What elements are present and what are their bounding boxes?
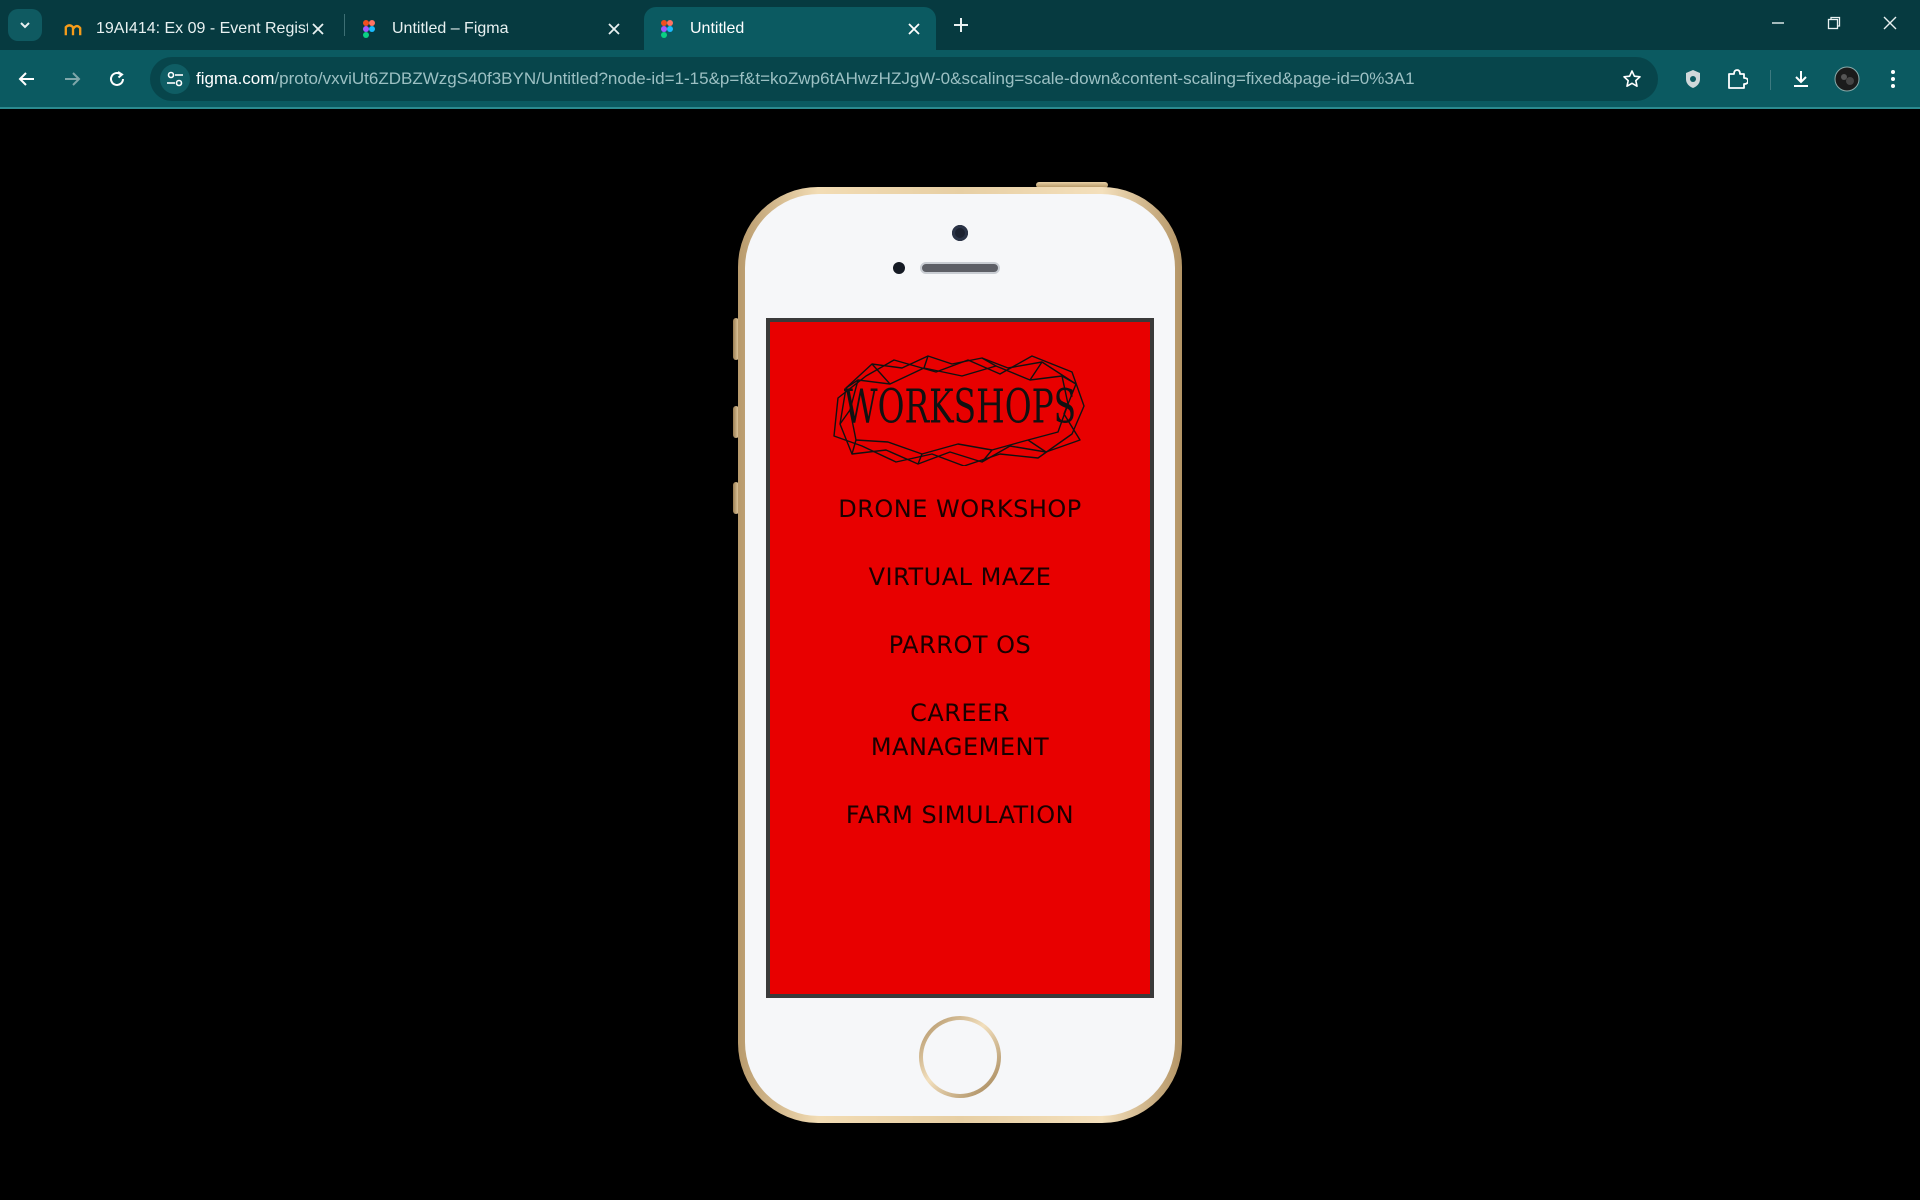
logo-text: WORKSHOPS xyxy=(844,378,1076,434)
figma-icon xyxy=(658,19,676,38)
downloads-button[interactable] xyxy=(1786,64,1816,94)
close-tab-icon[interactable] xyxy=(308,19,328,39)
phone-speaker xyxy=(920,262,1000,274)
star-icon xyxy=(1623,70,1641,87)
reload-icon xyxy=(110,71,124,86)
menu-item-virtual-maze[interactable]: VIRTUAL MAZE xyxy=(770,560,1150,594)
tab-separator xyxy=(344,14,345,36)
moodle-icon xyxy=(64,20,82,38)
tab-figma-editor[interactable]: Untitled – Figma xyxy=(346,7,636,50)
minimize-button[interactable] xyxy=(1750,0,1806,46)
minimize-icon xyxy=(1772,22,1784,24)
close-icon xyxy=(1883,16,1897,30)
tab-title: Untitled – Figma xyxy=(392,19,509,37)
toolbar-border xyxy=(0,107,1920,109)
back-button[interactable] xyxy=(10,62,44,96)
browser-toolbar: figma.com/proto/vxviUt6ZDBZWzgS40f3BYN/U… xyxy=(0,50,1920,108)
menu-item-drone-workshop[interactable]: DRONE WORKSHOP xyxy=(770,492,1150,526)
plus-icon xyxy=(954,18,968,32)
close-window-button[interactable] xyxy=(1862,0,1918,46)
toolbar-divider xyxy=(1770,70,1771,90)
forward-button[interactable] xyxy=(55,62,89,96)
browser-menu-button[interactable] xyxy=(1878,64,1908,94)
tab-moodle[interactable]: 19AI414: Ex 09 - Event Registrat xyxy=(50,7,340,50)
url-text[interactable]: figma.com/proto/vxviUt6ZDBZWzgS40f3BYN/U… xyxy=(196,69,1415,89)
extensions-button[interactable] xyxy=(1722,64,1752,94)
kebab-menu-icon xyxy=(1891,70,1895,88)
download-icon xyxy=(1794,71,1808,87)
chevron-down-icon xyxy=(20,22,30,29)
restore-icon xyxy=(1827,16,1841,30)
url-path: /proto/vxviUt6ZDBZWzgS40f3BYN/Untitled?n… xyxy=(274,69,1415,88)
menu-item-career-management[interactable]: CAREER MANAGEMENT xyxy=(770,696,1150,764)
profile-button[interactable] xyxy=(1832,64,1862,94)
address-bar[interactable]: figma.com/proto/vxviUt6ZDBZWzgS40f3BYN/U… xyxy=(150,57,1658,101)
url-host: figma.com xyxy=(196,69,275,88)
puzzle-icon xyxy=(1728,69,1748,89)
bookmark-star-button[interactable] xyxy=(1620,67,1644,91)
shield-extension-button[interactable] xyxy=(1678,64,1708,94)
tab-title: Untitled xyxy=(690,19,745,37)
workshop-menu: DRONE WORKSHOP VIRTUAL MAZE PARROT OS CA… xyxy=(770,492,1150,866)
tab-search-button[interactable] xyxy=(8,9,42,41)
phone-camera xyxy=(952,225,968,241)
close-tab-icon[interactable] xyxy=(604,19,624,39)
tune-icon xyxy=(167,71,183,87)
menu-item-farm-simulation[interactable]: FARM SIMULATION xyxy=(770,798,1150,832)
shield-icon xyxy=(1686,70,1700,88)
tab-figma-prototype[interactable]: Untitled xyxy=(644,7,936,50)
workshops-logo: WORKSHOPS xyxy=(833,355,1085,466)
arrow-left-icon xyxy=(18,72,34,86)
site-info-button[interactable] xyxy=(160,64,190,94)
reload-button[interactable] xyxy=(100,62,134,96)
tab-strip: 19AI414: Ex 09 - Event Registrat Untitle… xyxy=(0,0,1920,50)
phone-sensor xyxy=(893,262,905,274)
prototype-screen[interactable]: WORKSHOPS DRONE WORKSHOP VIRTUAL MAZE PA… xyxy=(766,318,1154,998)
avatar xyxy=(1834,66,1860,92)
figma-icon xyxy=(360,19,378,38)
close-tab-icon[interactable] xyxy=(904,19,924,39)
restore-button[interactable] xyxy=(1806,0,1862,46)
menu-item-parrot-os[interactable]: PARROT OS xyxy=(770,628,1150,662)
arrow-right-icon xyxy=(65,72,81,86)
phone-home-button xyxy=(919,1016,1001,1098)
tab-title: 19AI414: Ex 09 - Event Registrat xyxy=(96,19,308,37)
new-tab-button[interactable] xyxy=(946,10,976,40)
